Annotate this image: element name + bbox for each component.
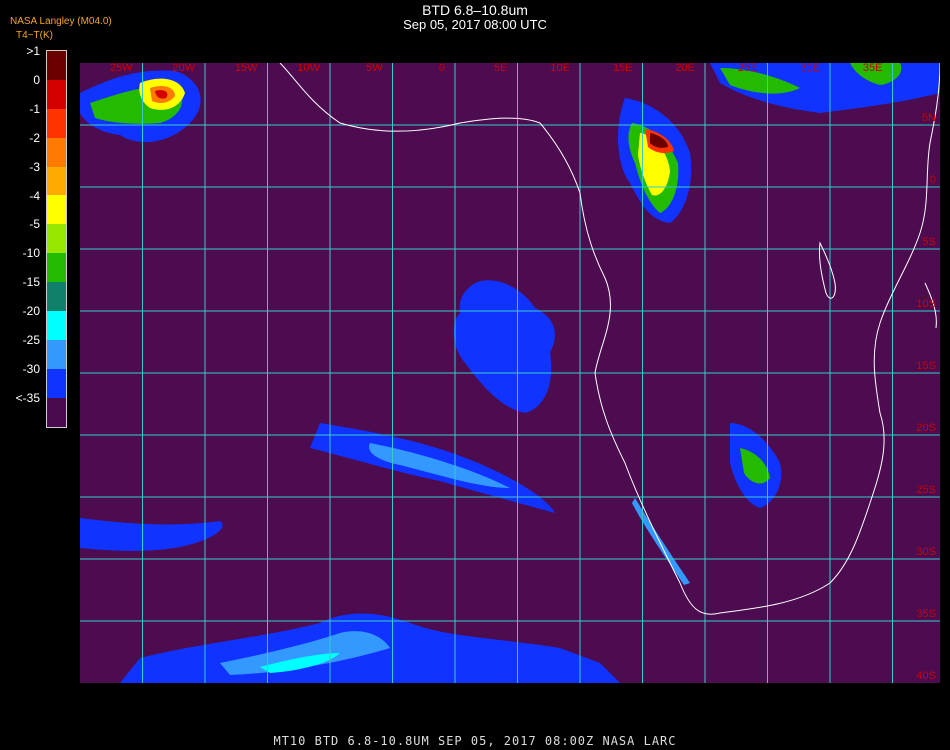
lon-label: 10W — [297, 63, 320, 74]
lon-label: 5E — [494, 63, 507, 74]
lat-label: 35S — [916, 608, 936, 620]
lon-label: 0 — [439, 63, 445, 74]
legend-label: -20 — [22, 304, 40, 319]
lon-label: 25W — [110, 63, 133, 74]
lat-label: 5S — [923, 236, 936, 248]
legend-label: -1 — [29, 101, 40, 116]
legend-swatch — [47, 397, 66, 427]
legend-swatch — [47, 166, 66, 196]
lon-label: 15W — [235, 63, 258, 74]
lat-label: 0 — [930, 174, 936, 186]
credit-label: NASA Langley (M04.0) — [10, 16, 112, 27]
legend-label: -4 — [29, 188, 40, 203]
legend-swatch — [47, 51, 66, 80]
legend-swatch — [47, 79, 66, 109]
satellite-map: 25W 20W 15W 10W 5W 0 5E 10E 15E 20E 25E 30E 35E 5N 0 5… — [80, 63, 940, 683]
legend-swatch — [47, 108, 66, 138]
legend-label: 0 — [33, 72, 40, 87]
lon-label: 30E — [800, 63, 820, 74]
lon-label: 5W — [366, 63, 383, 74]
lat-label: 20S — [916, 422, 936, 434]
lon-label: 25E — [738, 63, 758, 74]
legend-swatch — [47, 253, 66, 283]
lat-label: 5N — [922, 112, 936, 124]
lat-label: 25S — [916, 484, 936, 496]
legend-swatch — [47, 311, 66, 340]
legend-label: <-35 — [15, 390, 40, 405]
lat-label: 30S — [916, 546, 936, 558]
unit-label: T4−T(K) — [16, 30, 53, 41]
legend-label: -5 — [29, 217, 40, 232]
legend-swatch — [47, 282, 66, 312]
legend-swatch — [47, 339, 66, 369]
legend-label: -30 — [22, 361, 40, 376]
legend-label: -2 — [29, 130, 40, 145]
status-footer: MT10 BTD 6.8-10.8UM SEP 05, 2017 08:00Z … — [273, 734, 677, 748]
legend-swatch — [47, 368, 66, 398]
map-title: BTD 6.8–10.8um — [422, 2, 528, 18]
legend-label: -10 — [22, 246, 40, 261]
legend-swatch — [47, 224, 66, 254]
legend-swatch — [47, 195, 66, 225]
lon-label: 20E — [675, 63, 695, 74]
color-legend — [46, 50, 67, 428]
lon-label: 10E — [550, 63, 570, 74]
map-datetime: Sep 05, 2017 08:00 UTC — [403, 17, 547, 32]
legend-label: -25 — [22, 333, 40, 347]
lon-label: 20W — [172, 63, 195, 74]
lon-label: 35E — [863, 63, 883, 74]
legend-label: -3 — [29, 159, 40, 174]
lat-label: 40S — [916, 670, 936, 682]
lat-label: 10S — [916, 298, 936, 310]
legend-label: >1 — [26, 44, 40, 58]
lat-label: 15S — [916, 360, 936, 372]
lon-label: 15E — [613, 63, 633, 74]
legend-label: -15 — [22, 275, 40, 290]
legend-swatch — [47, 137, 66, 167]
